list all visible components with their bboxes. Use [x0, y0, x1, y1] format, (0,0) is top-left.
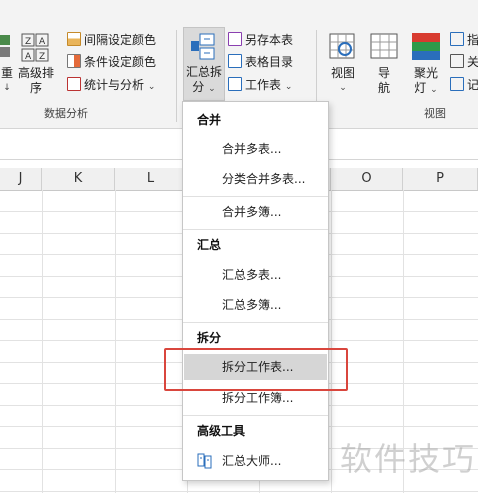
- summarize-split-button[interactable]: 汇总拆 分 ⌄: [183, 27, 225, 101]
- right-partial-button-2[interactable]: 关: [450, 52, 478, 72]
- column-header-j[interactable]: J: [0, 168, 42, 190]
- right-partial-button-3[interactable]: 记: [450, 75, 478, 95]
- interval-color-button[interactable]: 间隔设定颜色: [67, 30, 156, 50]
- table-index-icon: [228, 54, 242, 68]
- summarize-split-dropdown: 合并 合并多表... 分类合并多表... 合并多簿... 汇总 汇总多表... …: [182, 101, 329, 481]
- record-icon: [450, 77, 464, 91]
- menu-section-advanced-tools: 高级工具: [197, 424, 246, 438]
- view-button[interactable]: 视图 ⌄: [322, 30, 364, 100]
- right-partial-button-1[interactable]: 指: [450, 30, 478, 50]
- column-header-o[interactable]: O: [331, 168, 403, 190]
- spotlight-icon: [412, 33, 440, 60]
- worksheet-button[interactable]: 工作表 ⌄: [228, 75, 292, 95]
- summary-master-icon: [197, 453, 212, 469]
- chevron-down-icon: ⌄: [284, 82, 293, 92]
- summarize-split-label-2: 分: [192, 80, 205, 94]
- grid-column-line: [115, 190, 116, 493]
- menu-section-merge: 合并: [197, 113, 222, 127]
- menu-divider: [183, 229, 328, 230]
- advanced-sort-label: 高级排: [17, 66, 54, 80]
- save-copy-icon: [228, 32, 242, 46]
- column-header-k[interactable]: K: [42, 168, 115, 190]
- column-header-p[interactable]: P: [403, 168, 478, 190]
- menu-divider: [183, 196, 328, 197]
- interval-color-icon: [67, 32, 81, 46]
- spotlight-label: 聚光: [413, 66, 438, 80]
- advanced-sort-button[interactable]: Z A A Z 高级排 序: [16, 30, 56, 100]
- column-header-l[interactable]: L: [115, 168, 187, 190]
- menu-item-summarize-sheets[interactable]: 汇总多表...: [184, 262, 327, 288]
- conditional-color-icon: [67, 54, 81, 68]
- stats-icon: [67, 77, 81, 91]
- menu-item-merge-sheets[interactable]: 合并多表...: [184, 136, 327, 162]
- menu-section-split: 拆分: [197, 331, 222, 345]
- group-label-view: 视图: [424, 107, 446, 120]
- menu-item-category-merge-sheets[interactable]: 分类合并多表...: [184, 166, 327, 192]
- pointer-icon: [450, 32, 464, 46]
- spotlight-label-2: 灯: [414, 81, 427, 95]
- chevron-down-icon: ⌄: [430, 85, 438, 95]
- close-icon: [450, 54, 464, 68]
- navigation-icon: [370, 33, 398, 59]
- svg-text:A: A: [25, 52, 32, 62]
- menu-item-merge-workbooks[interactable]: 合并多簿...: [184, 199, 327, 225]
- menu-item-summarize-workbooks[interactable]: 汇总多簿...: [184, 292, 327, 318]
- summarize-split-label: 汇总拆: [185, 65, 222, 79]
- navigation-label: 导: [377, 66, 390, 80]
- highlight-annotation-box: [164, 348, 348, 391]
- chevron-down-icon: ⌄: [208, 84, 216, 94]
- spotlight-button[interactable]: 聚光 灯 ⌄: [406, 30, 446, 100]
- summarize-split-icon: [191, 33, 215, 60]
- conditional-color-button[interactable]: 条件设定颜色: [67, 52, 156, 72]
- advanced-sort-icon: Z A A Z: [21, 33, 49, 62]
- navigation-button[interactable]: 导 航: [366, 30, 402, 100]
- worksheet-icon: [228, 77, 242, 91]
- chevron-down-icon: ⌄: [339, 83, 347, 93]
- watermark: 软件技巧: [340, 440, 477, 478]
- svg-text:Z: Z: [39, 52, 45, 62]
- menu-item-summary-master[interactable]: 汇总大师...: [184, 448, 327, 474]
- menu-section-summarize: 汇总: [197, 238, 222, 252]
- menu-divider: [183, 322, 328, 323]
- grid-column-line: [42, 190, 43, 493]
- view-icon: [329, 33, 355, 59]
- sort-icon[interactable]: [0, 33, 12, 61]
- chevron-down-icon: ⌄: [147, 82, 156, 92]
- stats-analysis-button[interactable]: 统计与分析 ⌄: [67, 75, 155, 95]
- svg-text:Z: Z: [25, 37, 31, 47]
- group-label-data-analysis: 数据分析: [44, 107, 88, 120]
- grid-row-line: [0, 491, 478, 492]
- ribbon-divider: [176, 30, 177, 122]
- grid-column-line: [331, 190, 332, 493]
- view-label: 视图: [330, 66, 355, 80]
- sort-button-label[interactable]: 重 ↓: [0, 66, 14, 96]
- save-copy-button[interactable]: 另存本表: [228, 30, 293, 50]
- svg-text:A: A: [39, 37, 46, 47]
- navigation-label-2: 航: [377, 81, 390, 95]
- menu-divider: [183, 415, 328, 416]
- advanced-sort-label-2: 序: [29, 81, 42, 95]
- table-index-button[interactable]: 表格目录: [228, 52, 293, 72]
